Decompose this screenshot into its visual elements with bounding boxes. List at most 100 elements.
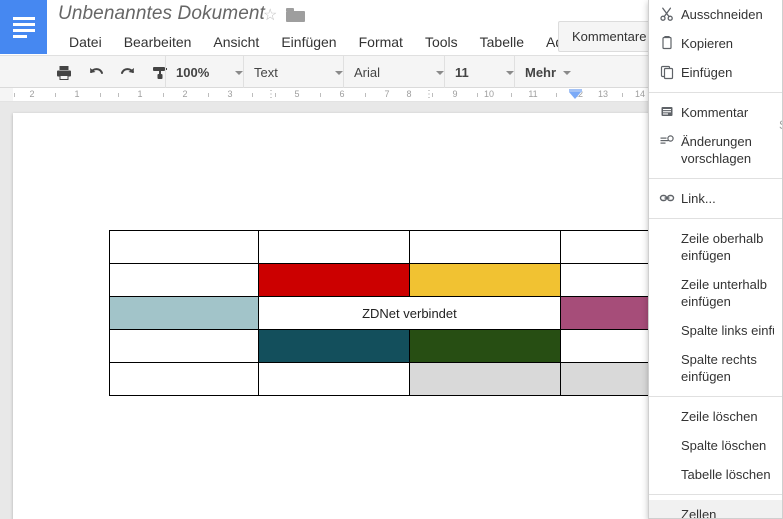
table-row[interactable]	[108, 329, 666, 363]
left-indent-handle[interactable]: ⋮	[266, 89, 276, 100]
chevron-down-icon	[506, 70, 514, 75]
table-row[interactable]	[108, 263, 666, 297]
table-cell-red[interactable]	[258, 263, 410, 297]
indent-marker[interactable]	[569, 89, 582, 100]
context-menu-label: Link...	[681, 191, 716, 206]
page-title[interactable]: Unbenanntes Dokument	[58, 3, 265, 25]
chevron-down-icon	[436, 70, 444, 75]
table-cell[interactable]	[108, 230, 260, 264]
copy-icon	[659, 35, 681, 52]
menu-item-datei[interactable]: Datei	[58, 31, 113, 53]
ruler-number: 10	[483, 89, 495, 99]
context-menu[interactable]: Ausschneiden St Kopieren St Einfügen St	[648, 0, 783, 519]
context-menu-item-comment[interactable]: Kommentar Strg+A	[649, 98, 782, 132]
context-menu-item-delete-table[interactable]: Tabelle löschen	[649, 460, 782, 489]
context-menu-label: Ausschneiden	[681, 7, 763, 22]
context-menu-label: Kopieren	[681, 36, 734, 51]
undo-icon[interactable]	[87, 64, 105, 82]
ruler-number: 9	[452, 89, 458, 99]
menu-item-bearbeiten[interactable]: Bearbeiten	[113, 31, 203, 53]
context-menu-item-link[interactable]: Link... St	[649, 184, 782, 213]
context-menu-item-delete-row[interactable]: Zeile löschen	[649, 402, 782, 431]
ruler-number: 8	[406, 89, 412, 99]
menu-separator	[649, 494, 782, 495]
context-menu-label: Spalte links einfügen	[681, 323, 774, 338]
table-cell-merged[interactable]: ZDNet verbindet	[258, 296, 561, 330]
ruler-number: 1	[74, 89, 80, 99]
context-menu-label: Einfügen	[681, 65, 733, 80]
table-cell[interactable]	[408, 230, 561, 264]
redo-icon[interactable]	[119, 64, 137, 82]
comments-button[interactable]: Kommentare	[558, 21, 661, 52]
context-menu-label: Zeile oberhalb einfügen	[681, 231, 764, 263]
zoom-value: 100%	[176, 65, 210, 80]
menu-item-tools[interactable]: Tools	[414, 31, 469, 53]
toolbar-icon-group	[55, 56, 169, 89]
table-cell[interactable]	[258, 362, 410, 396]
context-menu-item-insert-row-above[interactable]: Zeile oberhalb einfügen	[649, 224, 782, 270]
ruler-number: 7	[384, 89, 390, 99]
context-menu-item-paste[interactable]: Einfügen St	[649, 58, 782, 87]
print-icon[interactable]	[55, 64, 73, 82]
chevron-down-icon	[235, 70, 243, 75]
ruler-number: 3	[227, 89, 233, 99]
document-page[interactable]: ZDNet verbindet	[13, 113, 666, 519]
star-icon[interactable]: ☆	[263, 8, 277, 24]
scissors-icon	[659, 6, 681, 23]
ruler-number: 2	[29, 89, 35, 99]
menu-item-format[interactable]: Format	[348, 31, 414, 53]
ruler-number: 1	[137, 89, 143, 99]
context-menu-label: Tabelle löschen	[681, 467, 771, 482]
table-row[interactable]: ZDNet verbindet	[108, 296, 666, 330]
folder-icon[interactable]	[286, 8, 305, 22]
context-menu-item-suggest-edits[interactable]: Änderungen vorschlagen	[649, 127, 782, 173]
menu-item-einfuegen[interactable]: Einfügen	[270, 31, 347, 53]
ruler-number: 6	[339, 89, 345, 99]
context-menu-item-insert-column-left[interactable]: Spalte links einfügen	[649, 316, 782, 345]
menu-item-tabelle[interactable]: Tabelle	[469, 31, 535, 53]
menu-separator	[649, 396, 782, 397]
table-cell-lightblue[interactable]	[108, 296, 260, 330]
context-menu-item-insert-column-right[interactable]: Spalte rechts einfügen	[649, 345, 782, 391]
context-menu-item-insert-row-below[interactable]: Zeile unterhalb einfügen	[649, 270, 782, 316]
context-menu-label: Zeile unterhalb einfügen	[681, 277, 767, 309]
font-family-selector[interactable]: Arial	[343, 56, 444, 89]
google-docs-window: Unbenanntes Dokument ☆ Datei Bearbeiten …	[0, 0, 783, 519]
right-indent-handle[interactable]: ⋮	[424, 89, 434, 100]
docs-logo-icon[interactable]	[0, 0, 47, 54]
context-menu-label: Änderungen vorschlagen	[681, 134, 752, 166]
font-value: Arial	[354, 65, 381, 80]
table-row[interactable]	[108, 362, 666, 396]
menu-separator	[649, 178, 782, 179]
chevron-down-icon	[335, 70, 343, 75]
docs-logo-lines	[13, 17, 35, 38]
table-cell-yellow[interactable]	[408, 263, 561, 297]
more-label: Mehr	[525, 65, 557, 80]
context-menu-item-copy[interactable]: Kopieren St	[649, 29, 782, 58]
context-menu-label: Spalte rechts einfügen	[681, 352, 757, 384]
table-cell[interactable]	[108, 329, 260, 363]
ruler-number: 11	[528, 89, 538, 99]
table-row[interactable]	[108, 230, 666, 264]
context-menu-item-cut[interactable]: Ausschneiden St	[649, 0, 782, 29]
context-menu-item-merge-cells[interactable]: Zellen verbinden	[649, 500, 782, 518]
style-value: Text	[254, 65, 278, 80]
table-cell[interactable]	[108, 362, 260, 396]
zoom-selector[interactable]: 100%	[165, 56, 243, 89]
menu-item-ansicht[interactable]: Ansicht	[202, 31, 270, 53]
table-cell[interactable]	[258, 230, 410, 264]
context-menu-item-delete-column[interactable]: Spalte löschen	[649, 431, 782, 460]
more-options-button[interactable]: Mehr	[514, 56, 584, 89]
table-cell-grey[interactable]	[408, 362, 561, 396]
table-cell-darkgreen[interactable]	[408, 329, 561, 363]
menu-separator	[649, 218, 782, 219]
context-menu-label: Kommentar	[681, 105, 749, 120]
ruler-number: 13	[597, 89, 609, 99]
document-table[interactable]: ZDNet verbindet	[108, 230, 666, 396]
paragraph-style-selector[interactable]: Text	[243, 56, 343, 89]
link-icon	[659, 190, 681, 207]
ruler-number: 14	[634, 89, 646, 99]
table-cell-darkteal[interactable]	[258, 329, 410, 363]
table-cell[interactable]	[108, 263, 260, 297]
font-size-selector[interactable]: 11	[444, 56, 514, 89]
